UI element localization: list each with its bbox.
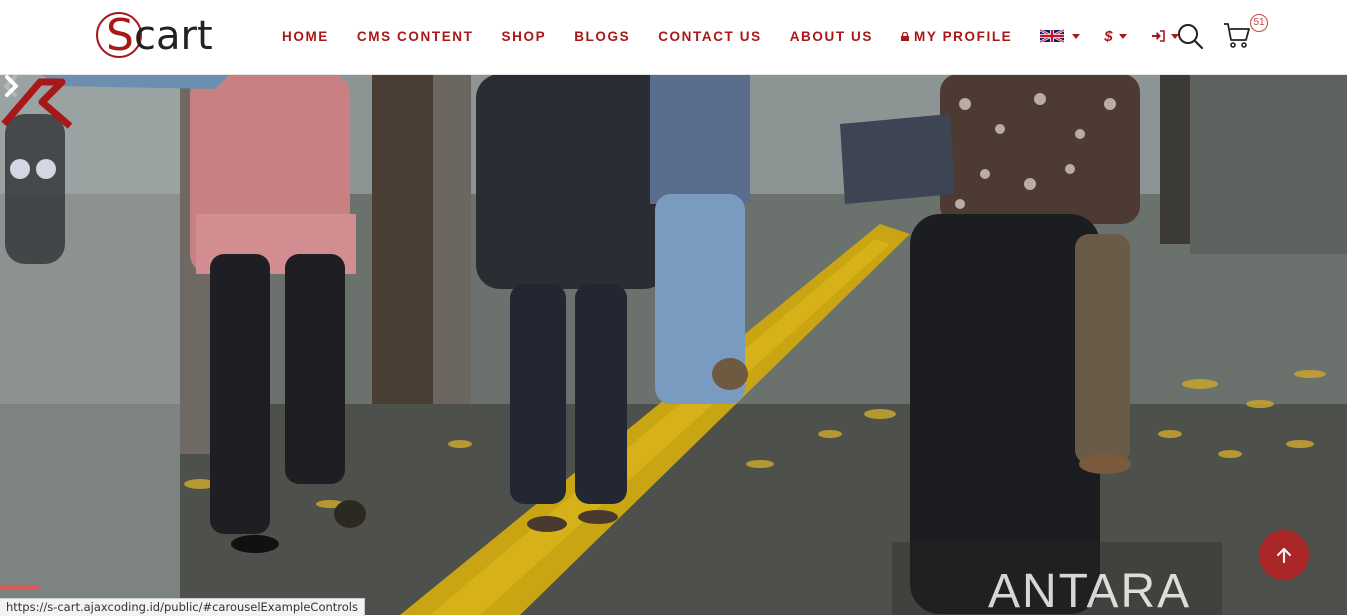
site-logo[interactable]: S cart (96, 10, 216, 62)
uk-flag-icon (1040, 28, 1065, 44)
account-dropdown[interactable] (1151, 30, 1179, 42)
antara-logo-icon (1, 78, 73, 129)
scroll-to-top-button[interactable] (1259, 530, 1309, 580)
currency-dropdown[interactable]: $ (1104, 27, 1127, 45)
nav-home[interactable]: HOME (282, 27, 329, 45)
nav-shop[interactable]: SHOP (502, 27, 547, 45)
logo-letter-s: S (106, 10, 134, 61)
nav-about-us[interactable]: ABOUT US (790, 27, 873, 45)
chevron-down-icon (1118, 33, 1127, 39)
hero-slide-image (0, 74, 1347, 615)
logo-text: cart (134, 13, 213, 59)
language-dropdown[interactable] (1040, 28, 1081, 44)
browser-status-bar: https://s-cart.ajaxcoding.id/public/#car… (0, 598, 365, 616)
main-nav: HOME CMS CONTENT SHOP BLOGS CONTACT US A… (282, 27, 1203, 45)
sign-in-icon (1151, 30, 1165, 42)
image-watermark: ANTARA (988, 565, 1192, 616)
site-header: S cart HOME CMS CONTENT SHOP BLOGS CONTA… (0, 0, 1347, 75)
lock-icon (901, 31, 910, 41)
cart-icon[interactable] (1222, 20, 1252, 50)
nav-cms-content[interactable]: CMS CONTENT (357, 27, 474, 45)
hero-carousel: ANTARA (0, 74, 1347, 615)
nav-contact-us[interactable]: CONTACT US (658, 27, 762, 45)
search-icon[interactable] (1176, 22, 1204, 50)
nav-my-profile-label: MY PROFILE (914, 28, 1013, 44)
chevron-down-icon (1072, 33, 1081, 39)
status-accent-line (0, 586, 40, 589)
nav-my-profile[interactable]: MY PROFILE (901, 27, 1012, 45)
cart-count-badge: 51 (1250, 14, 1268, 32)
nav-blogs[interactable]: BLOGS (574, 27, 630, 45)
currency-symbol: $ (1104, 27, 1113, 45)
arrow-up-icon (1276, 547, 1292, 564)
